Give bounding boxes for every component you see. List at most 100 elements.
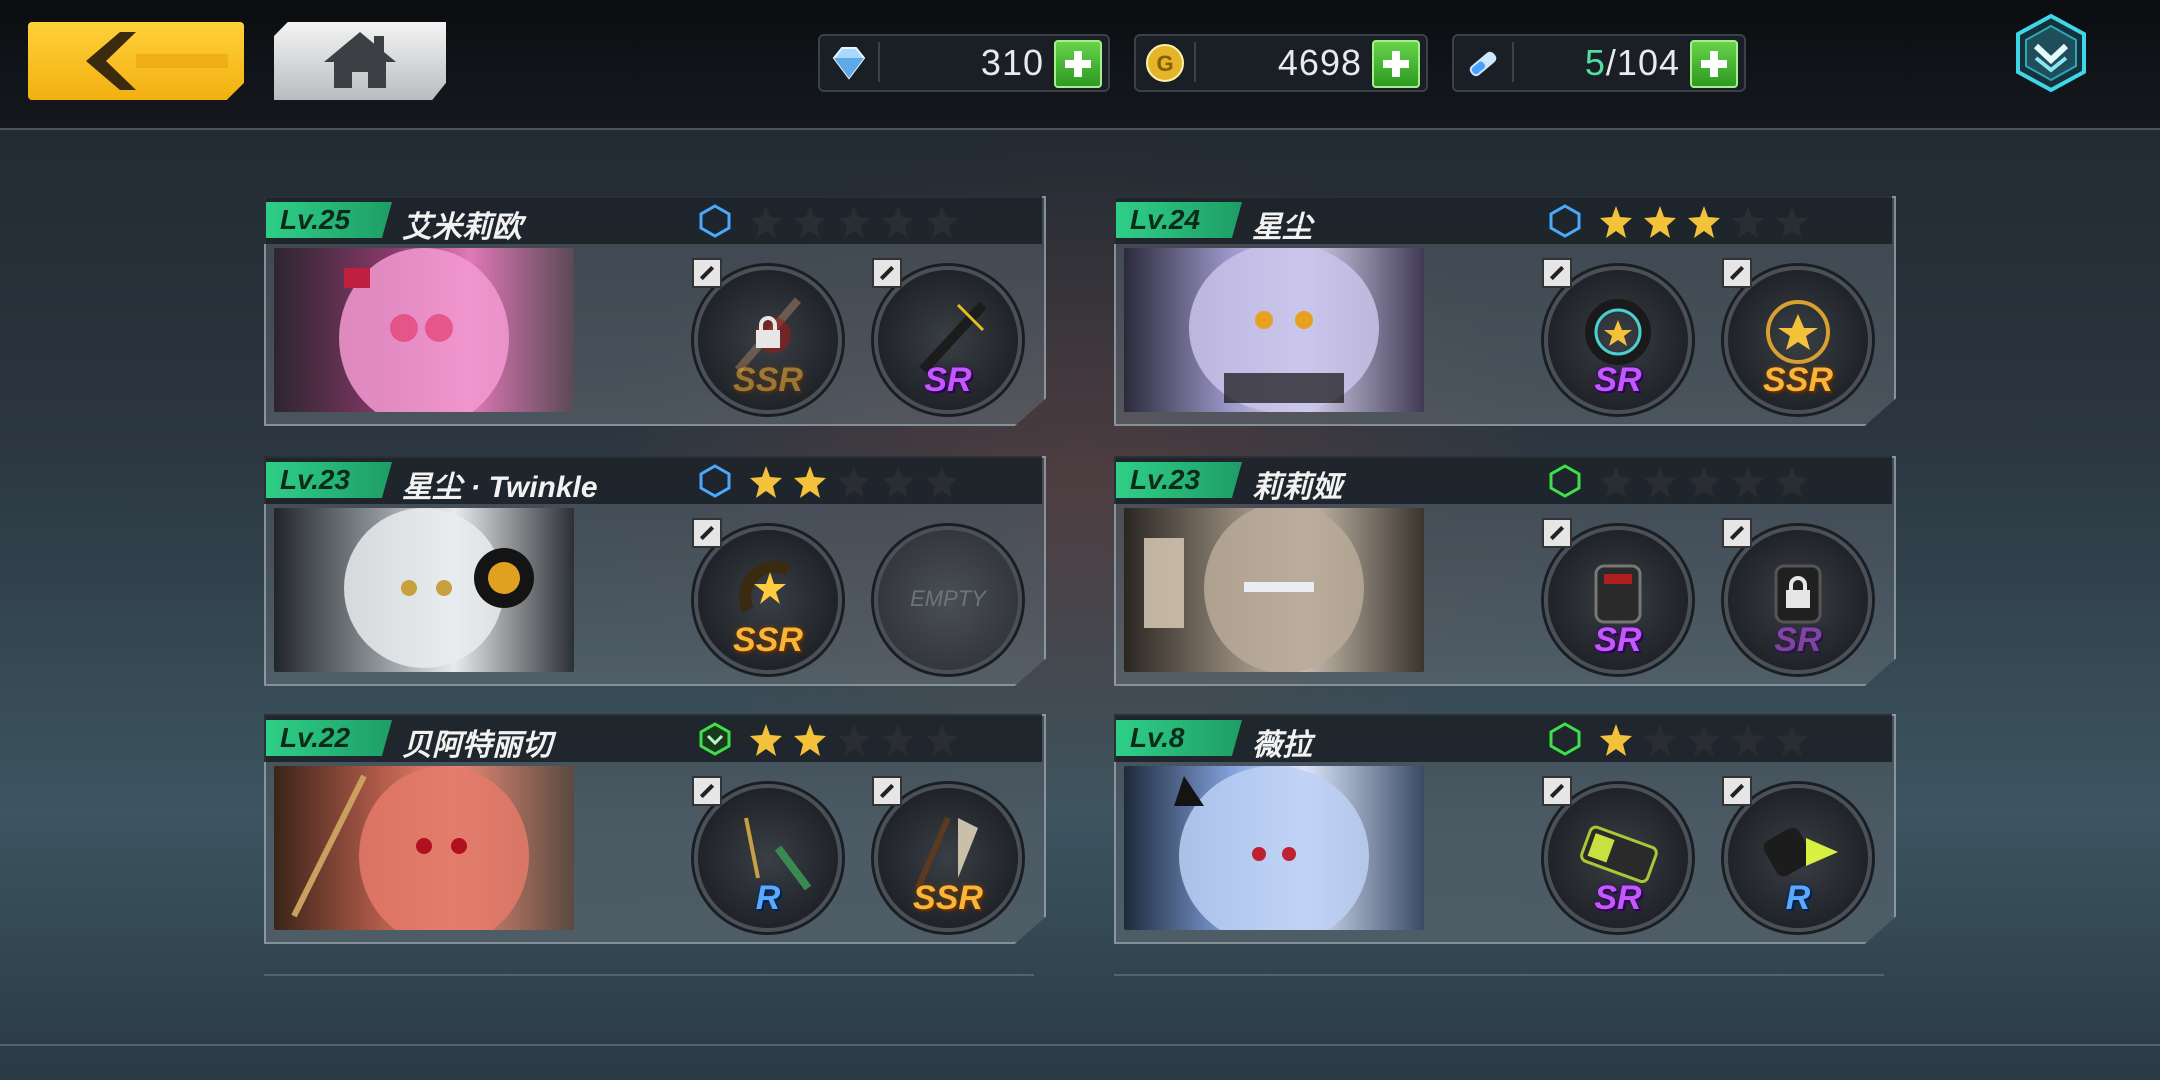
star-rating: [1598, 464, 1810, 500]
character-card[interactable]: Lv.25 艾米莉欧 SSR SR: [264, 196, 1046, 426]
character-name: 星尘 · Twinkle: [402, 471, 598, 504]
level-badge: Lv.24: [1116, 202, 1242, 238]
level-text: Lv.22: [280, 722, 351, 753]
weapon-slot-1[interactable]: SR: [1542, 258, 1692, 414]
level-badge: Lv.22: [266, 720, 392, 756]
star-empty-icon: [882, 206, 914, 238]
weapon-slot-1[interactable]: SR: [1542, 776, 1692, 932]
star-filled-icon: [1688, 206, 1720, 238]
star-filled-icon: [750, 466, 782, 498]
lock-icon: [756, 316, 780, 348]
star-empty-icon: [926, 466, 958, 498]
star-filled-icon: [1600, 724, 1632, 756]
star-empty-icon: [1776, 724, 1808, 756]
rarity-label: SR: [1594, 361, 1642, 399]
star-empty-icon: [1776, 466, 1808, 498]
rarity-label: SR: [1774, 621, 1822, 659]
star-rating: [748, 722, 960, 758]
class-hex-icon: [699, 204, 731, 238]
character-portrait: [1124, 766, 1424, 930]
stamina-max: /104: [1605, 42, 1680, 83]
character-card[interactable]: Lv.23 星尘 · Twinkle SSR EMPTY: [264, 456, 1046, 686]
level-badge: Lv.23: [1116, 462, 1242, 498]
stamina-value: 5/104: [1585, 42, 1680, 84]
class-hex-icon: [1549, 464, 1581, 498]
edit-icon[interactable]: [1722, 258, 1752, 288]
rarity-label: R: [755, 879, 781, 917]
character-portrait: [274, 766, 574, 930]
star-empty-icon: [838, 724, 870, 756]
rarity-label: SSR: [733, 621, 803, 659]
character-card[interactable]: Lv.23 莉莉娅 SR SR: [1114, 456, 1896, 686]
back-button[interactable]: [28, 22, 244, 100]
edit-icon[interactable]: [1542, 776, 1572, 806]
star-empty-icon: [1732, 466, 1764, 498]
character-card[interactable]: Lv.8 薇拉 SR R: [1114, 714, 1896, 944]
lock-icon: [1786, 576, 1810, 608]
character-name: 星尘: [1252, 211, 1312, 244]
weapon-slot-1[interactable]: SSR: [692, 518, 842, 674]
menu-dropdown-button[interactable]: [2010, 12, 2092, 94]
star-empty-icon: [1688, 724, 1720, 756]
class-hex-chevron-icon: [699, 722, 731, 756]
star-empty-icon: [882, 724, 914, 756]
level-badge: Lv.25: [266, 202, 392, 238]
character-name: 贝阿特丽切: [402, 729, 552, 762]
character-portrait: [274, 248, 574, 412]
edit-icon[interactable]: [1542, 518, 1572, 548]
rarity-label: SR: [1594, 621, 1642, 659]
character-card[interactable]: Lv.22 贝阿特丽切 R SSR: [264, 714, 1046, 944]
rarity-label: SSR: [1763, 361, 1833, 399]
gold-counter: G 4698: [1134, 34, 1428, 92]
star-empty-icon: [1600, 466, 1632, 498]
star-rating: [748, 464, 960, 500]
weapon-slot-1[interactable]: SR: [1542, 518, 1692, 674]
weapon-slot-2[interactable]: SR: [1722, 518, 1872, 674]
edit-icon[interactable]: [692, 258, 722, 288]
level-text: Lv.24: [1130, 204, 1201, 235]
star-empty-icon: [838, 206, 870, 238]
edit-icon[interactable]: [692, 518, 722, 548]
edit-icon[interactable]: [1542, 258, 1572, 288]
star-rating: [1598, 204, 1810, 240]
star-rating: [748, 204, 960, 240]
star-empty-icon: [838, 466, 870, 498]
character-portrait: [1124, 508, 1424, 672]
empty-slot-label: EMPTY: [910, 586, 986, 611]
level-text: Lv.23: [280, 464, 351, 495]
level-badge: Lv.8: [1116, 720, 1242, 756]
weapon-slot-2[interactable]: EMPTY: [874, 526, 1022, 674]
character-name: 艾米莉欧: [402, 211, 522, 244]
weapon-slot-1[interactable]: SSR: [692, 258, 842, 414]
add-stamina-button[interactable]: [1690, 40, 1738, 88]
class-hex-icon: [1549, 722, 1581, 756]
star-empty-icon: [882, 466, 914, 498]
edit-icon[interactable]: [1722, 518, 1752, 548]
weapon-slot-2[interactable]: SSR: [1722, 258, 1872, 414]
level-text: Lv.25: [280, 204, 351, 235]
edit-icon[interactable]: [1722, 776, 1752, 806]
character-card[interactable]: Lv.24 星尘 SR SSR: [1114, 196, 1896, 426]
edit-icon[interactable]: [872, 258, 902, 288]
diamond-counter: 310: [818, 34, 1110, 92]
weapon-slot-2[interactable]: SSR: [872, 776, 1022, 932]
star-filled-icon: [794, 724, 826, 756]
rarity-label: SR: [924, 361, 972, 399]
weapon-slot-2[interactable]: R: [1722, 776, 1872, 932]
star-empty-icon: [1688, 466, 1720, 498]
weapon-slot-1[interactable]: R: [692, 776, 842, 932]
character-portrait: [1124, 248, 1424, 412]
add-gold-button[interactable]: [1372, 40, 1420, 88]
class-hex-icon: [1549, 204, 1581, 238]
star-empty-icon: [926, 206, 958, 238]
edit-icon[interactable]: [692, 776, 722, 806]
add-diamond-button[interactable]: [1054, 40, 1102, 88]
edit-icon[interactable]: [872, 776, 902, 806]
stamina-tube-icon: [1469, 51, 1497, 77]
home-button[interactable]: [274, 22, 446, 100]
top-bar: 310 G 4698 5/104: [0, 0, 2160, 130]
star-filled-icon: [750, 724, 782, 756]
star-empty-icon: [794, 206, 826, 238]
bottom-divider: [0, 1044, 2160, 1046]
weapon-slot-2[interactable]: SR: [872, 258, 1022, 414]
